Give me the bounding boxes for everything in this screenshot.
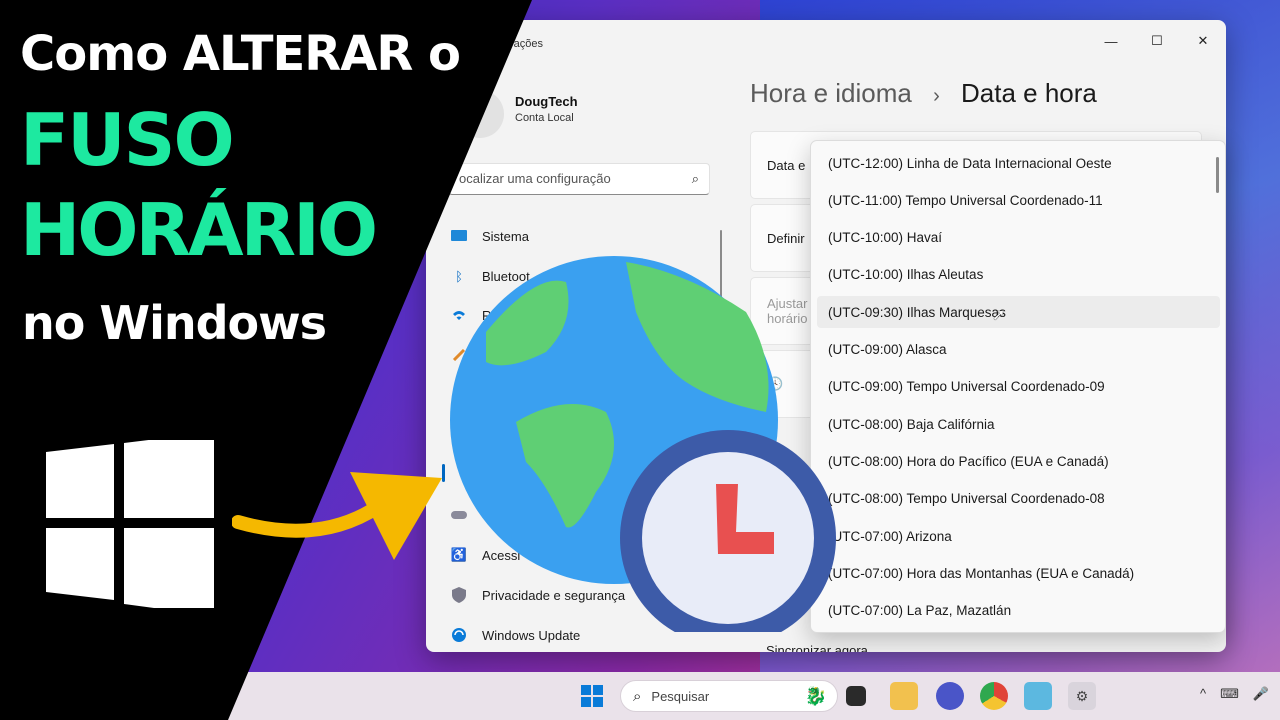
timezone-option[interactable]: (UTC-11:00) Tempo Universal Coordenado-1… — [817, 184, 1220, 216]
search-icon: ⌕ — [633, 687, 642, 705]
microphone-icon[interactable]: 🎤 — [1253, 686, 1269, 702]
chevron-up-icon[interactable]: ^ — [1200, 686, 1206, 702]
timezone-option[interactable]: (UTC-08:00) Baja Califórnia — [817, 408, 1220, 440]
promo-title-line4: no Windows — [22, 296, 327, 350]
file-explorer-icon[interactable] — [890, 682, 918, 710]
timezone-option[interactable]: (UTC-10:00) Havaí — [817, 221, 1220, 253]
minimize-button[interactable]: — — [1088, 26, 1134, 56]
sync-now-button[interactable]: Sincronizar agora — [766, 643, 868, 653]
timezone-option[interactable]: (UTC-09:00) Tempo Universal Coordenado-0… — [817, 370, 1220, 402]
settings-gear-icon[interactable]: ⚙ — [1068, 682, 1096, 710]
search-value: ocalizar uma configuração — [459, 171, 611, 186]
breadcrumb-parent[interactable]: Hora e idioma — [750, 78, 912, 108]
timezone-dropdown-list: (UTC-12:00) Linha de Data Internacional … — [810, 140, 1226, 633]
keyboard-icon[interactable]: ⌨ — [1220, 686, 1239, 702]
search-icon: ⌕ — [691, 171, 699, 186]
sync-card: Sincronizar agora — [750, 630, 1202, 653]
promo-title-line3: HORÁRIO — [20, 188, 378, 272]
system-tray: ^ ⌨ 🎤 — [1200, 686, 1269, 702]
windows-logo-icon — [46, 440, 214, 608]
sidebar-item-label: Sistema — [482, 228, 529, 244]
globe-clock-icon — [450, 256, 836, 632]
taskbar-search-placeholder: Pesquisar — [651, 688, 710, 704]
profile-name: DougTech — [515, 94, 578, 109]
profile-account-type: Conta Local — [515, 112, 574, 124]
teams-chat-icon[interactable] — [936, 682, 964, 710]
timezone-option[interactable]: (UTC-08:00) Tempo Universal Coordenado-0… — [817, 482, 1220, 514]
maximize-button[interactable]: ☐ — [1134, 26, 1180, 56]
timezone-option[interactable]: (UTC-07:00) La Paz, Mazatlán — [817, 594, 1220, 626]
page-title: Data e hora — [961, 78, 1097, 108]
promo-title-line2: FUSO — [20, 98, 235, 182]
dragon-icon: 🐉 — [804, 685, 827, 706]
taskbar-search[interactable]: ⌕ Pesquisar 🐉 — [620, 680, 838, 712]
sidebar-item-sistema[interactable]: Sistema — [450, 218, 710, 254]
windows-logo-icon — [581, 685, 603, 707]
settings-search-input[interactable]: ocalizar uma configuração ⌕ — [448, 163, 710, 195]
start-button[interactable] — [578, 682, 606, 710]
notepad-icon[interactable] — [1024, 682, 1052, 710]
timezone-option[interactable]: (UTC-12:00) Linha de Data Internacional … — [817, 147, 1220, 179]
set-time-card-label: Definir — [767, 230, 805, 246]
task-view-icon[interactable] — [846, 686, 866, 706]
breadcrumb: Hora e idioma › Data e hora — [750, 78, 1097, 109]
arrow-icon — [232, 472, 442, 560]
timezone-option[interactable]: (UTC-10:00) Ilhas Aleutas — [817, 258, 1220, 290]
monitor-icon — [450, 229, 468, 243]
mouse-cursor-icon: ➚ — [992, 307, 1006, 324]
promo-title-line1: Como ALTERAR o — [20, 26, 461, 82]
timezone-option[interactable]: (UTC-07:00) Arizona — [817, 520, 1220, 552]
close-button[interactable]: ✕ — [1180, 26, 1226, 56]
chrome-icon[interactable] — [980, 682, 1008, 710]
breadcrumb-separator: › — [933, 85, 940, 107]
timezone-option[interactable]: (UTC-09:00) Alasca — [817, 333, 1220, 365]
timezone-option[interactable]: (UTC-07:00) Hora das Montanhas (EUA e Ca… — [817, 557, 1220, 589]
timezone-option-hovered[interactable]: (UTC-09:30) Ilhas Marquesas — [817, 296, 1220, 328]
date-time-card-label: Data e — [767, 157, 806, 173]
timezone-option[interactable]: (UTC-08:00) Hora do Pacífico (EUA e Cana… — [817, 445, 1220, 477]
